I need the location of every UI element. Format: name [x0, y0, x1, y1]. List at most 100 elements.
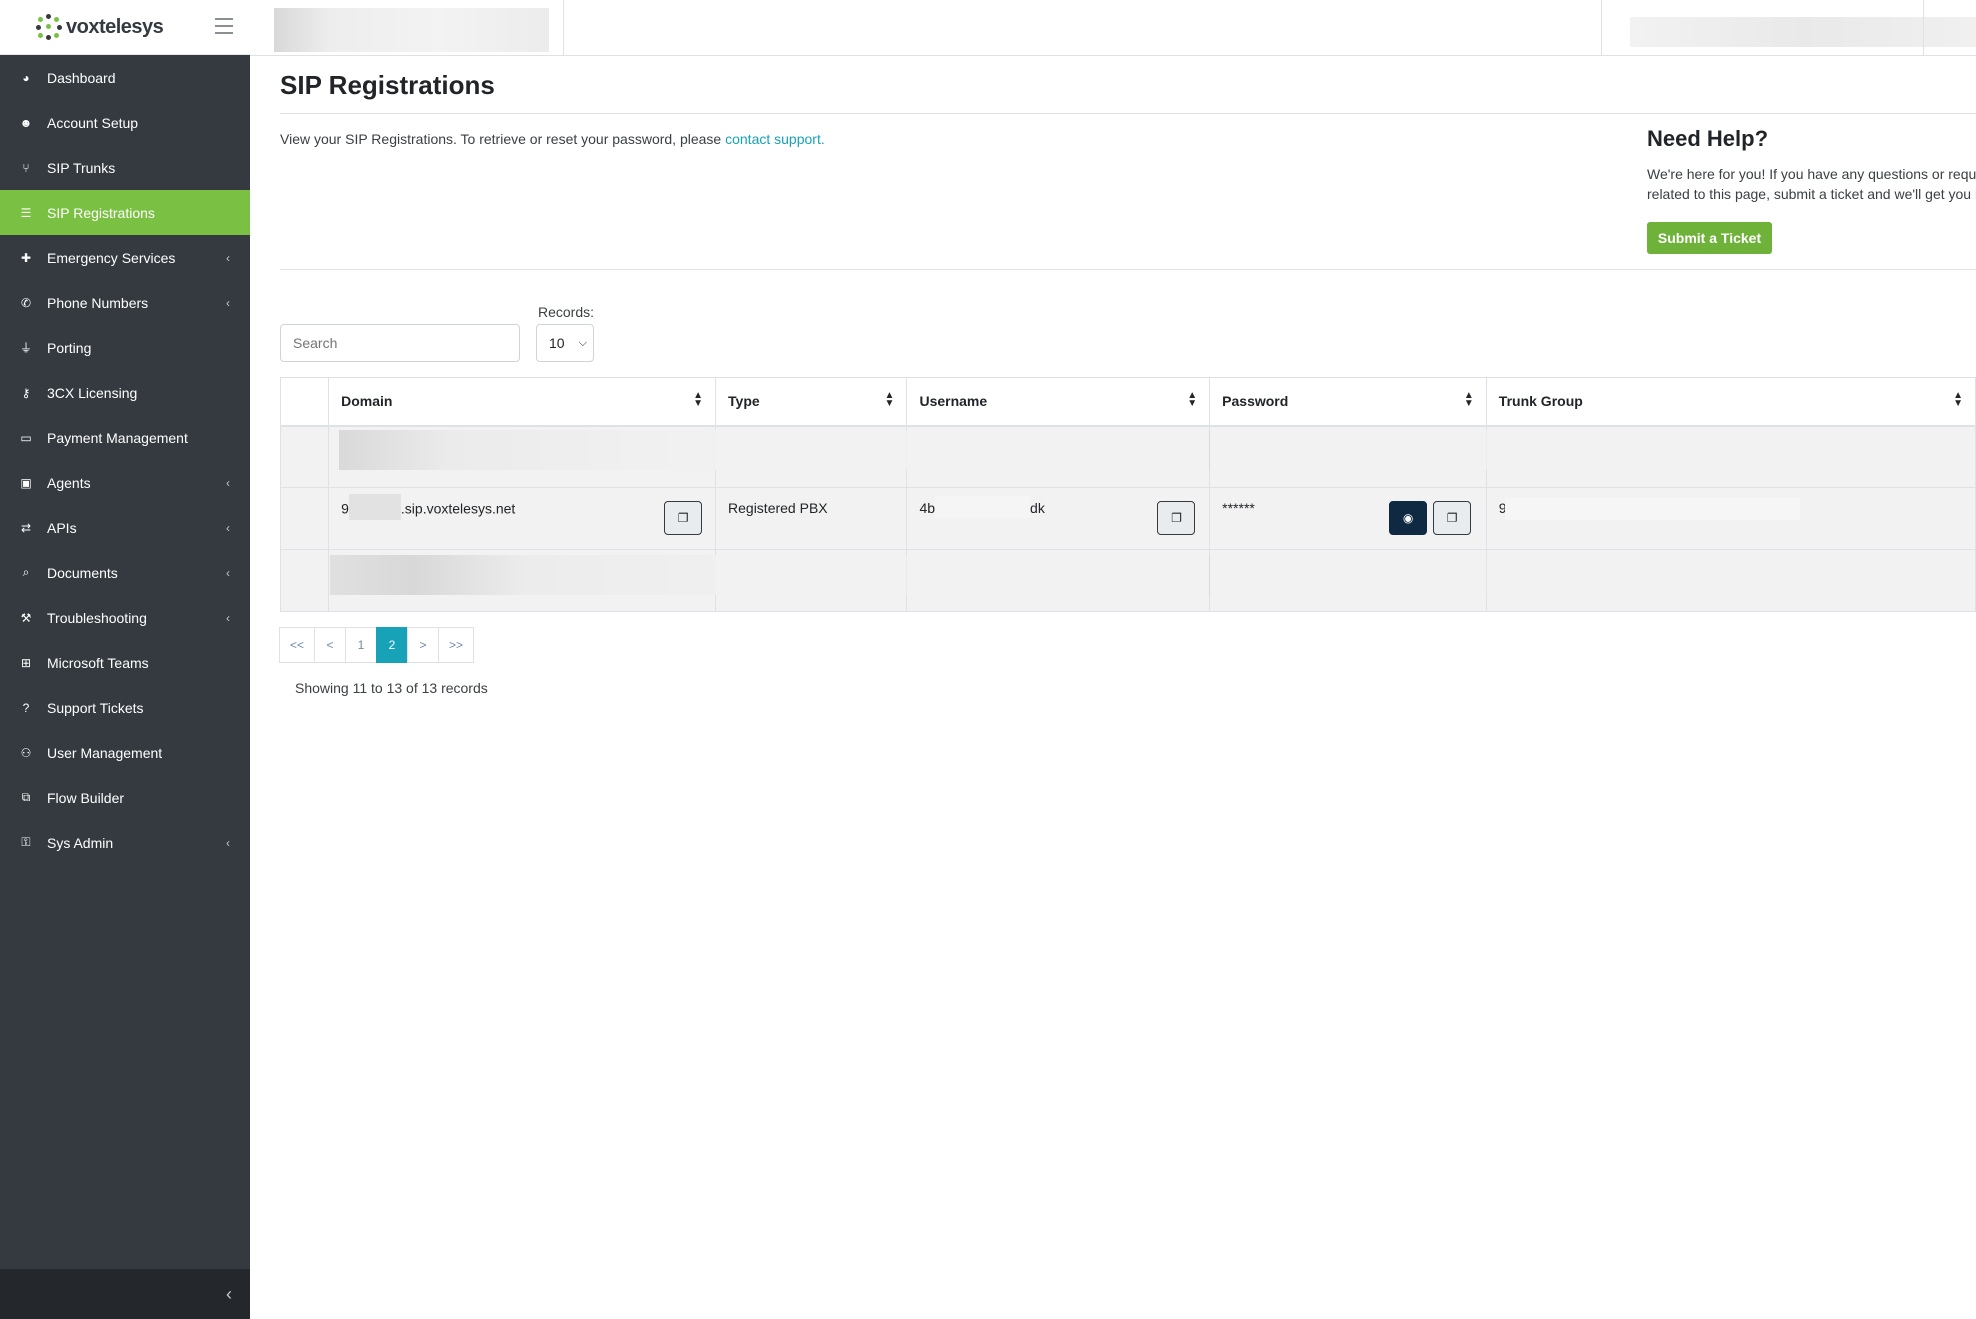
sidebar-item-troubleshooting[interactable]: ⚒ Troubleshooting ‹	[0, 595, 250, 640]
pagination-button[interactable]: >>	[438, 627, 475, 663]
pagination-button[interactable]: >	[407, 627, 440, 663]
sidebar-item-account-setup[interactable]: ☻ Account Setup	[0, 100, 250, 145]
eye-icon: ◉	[1402, 511, 1414, 525]
sidebar-item-label: Emergency Services	[47, 249, 176, 266]
redacted-region	[1504, 498, 1800, 520]
column-header-domain[interactable]: Domain ▲ ▼	[328, 377, 717, 427]
show-password-button[interactable]: ◉	[1389, 501, 1428, 535]
copy-username-button[interactable]: ❐	[1157, 501, 1196, 535]
type-cell: Registered PBX	[715, 487, 908, 550]
sidebar-item-phone-numbers[interactable]: ✆ Phone Numbers ‹	[0, 280, 250, 325]
table-header-row: Domain ▲ ▼ Type ▲ ▼ Username ▲ ▼ Password ▲ ▼ Tr…	[279, 377, 1976, 427]
table-cell	[279, 487, 330, 550]
brand[interactable]: voxtelesys	[0, 0, 250, 55]
sort-icon[interactable]: ▲ ▼	[1464, 391, 1474, 409]
domain-text-end: .sip.voxtelesys.net	[400, 500, 516, 517]
pagination-button[interactable]: <<	[279, 627, 316, 663]
sidebar-item-apis[interactable]: ⇄ APIs ‹	[0, 505, 250, 550]
column-header-select	[279, 377, 330, 427]
plug-icon: ⏚	[19, 341, 32, 355]
sidebar-item-label: Payment Management	[47, 429, 188, 446]
sidebar-collapse-button[interactable]: ‹	[0, 1269, 250, 1319]
sidebar-item-sip-registrations[interactable]: ☰ SIP Registrations	[0, 190, 250, 235]
sidebar-item-agents[interactable]: ▣ Agents ‹	[0, 460, 250, 505]
records-summary: Showing 11 to 13 of 13 records	[295, 680, 488, 696]
column-header-username[interactable]: Username ▲ ▼	[906, 377, 1211, 427]
pagination: << <1 2 > >>	[279, 627, 475, 663]
divider	[563, 0, 564, 55]
table-cell	[906, 549, 1211, 612]
table-cell	[715, 425, 908, 488]
table-cell	[328, 425, 1716, 488]
help-panel: Need Help? We're here for you! If you ha…	[1647, 126, 1976, 204]
question-icon: ?	[22, 700, 30, 715]
chevron-left-icon: ‹	[226, 521, 230, 535]
sort-icon[interactable]: ▲ ▼	[693, 391, 703, 409]
sort-icon[interactable]: ▲ ▼	[885, 391, 895, 409]
pagination-button[interactable]: 1	[345, 627, 378, 663]
column-header-trunk-group[interactable]: Trunk Group ▲ ▼	[1485, 377, 1976, 427]
topbar	[250, 0, 1976, 56]
submit-ticket-button[interactable]: Submit a Ticket	[1647, 222, 1772, 254]
divider	[1923, 0, 1924, 55]
sort-icon[interactable]: ▲ ▼	[1187, 391, 1197, 409]
chevron-left-icon: ‹	[226, 251, 230, 265]
records-value: 10	[549, 335, 565, 351]
divider	[280, 113, 1976, 114]
contact-support-link[interactable]: contact support.	[725, 131, 825, 147]
credit-card-icon: ▭	[20, 430, 32, 445]
sidebar-item-label: User Management	[47, 744, 163, 761]
chevron-left-icon: ‹	[226, 296, 230, 310]
copy-domain-button[interactable]: ❐	[664, 501, 703, 535]
sidebar-item-payment-management[interactable]: ▭ Payment Management	[0, 415, 250, 460]
sort-icon[interactable]: ▲ ▼	[1953, 391, 1963, 409]
sidebar-item-label: SIP Registrations	[47, 204, 155, 221]
column-header-label: Type	[728, 393, 760, 410]
sidebar-item-label: Flow Builder	[47, 789, 125, 806]
sidebar-item-flow-builder[interactable]: ⧉ Flow Builder	[0, 775, 250, 820]
sidebar-item-label: Microsoft Teams	[47, 654, 149, 671]
sidebar-item-label: SIP Trunks	[47, 159, 116, 176]
pagination-button[interactable]: 2	[376, 627, 409, 663]
sidebar-item-label: APIs	[47, 519, 77, 536]
records-select[interactable]: 10 ⌵	[536, 324, 594, 362]
sidebar-item-support-tickets[interactable]: ? Support Tickets	[0, 685, 250, 730]
key-icon: ⚷	[21, 385, 31, 400]
menu-toggle-icon[interactable]	[215, 18, 233, 34]
redacted-region	[935, 496, 1031, 519]
sidebar-item-sys-admin[interactable]: ⚿ Sys Admin ‹	[0, 820, 250, 865]
sidebar-item-emergency-services[interactable]: ✚ Emergency Services ‹	[0, 235, 250, 280]
sidebar-item-dashboard[interactable]: ◕ Dashboard	[0, 55, 250, 100]
copy-password-button[interactable]: ❐	[1433, 501, 1472, 535]
column-header-label: Trunk Group	[1498, 393, 1583, 410]
help-text-line2: related to this page, submit a ticket an…	[1647, 186, 1976, 202]
column-header-type[interactable]: Type ▲ ▼	[715, 377, 908, 427]
medkit-icon: ✚	[20, 250, 32, 265]
table-cell	[715, 549, 908, 612]
redacted-region	[274, 8, 549, 52]
chevron-left-icon: ‹	[226, 1283, 232, 1304]
chevron-left-icon: ‹	[226, 611, 230, 625]
sidebar-item-documents[interactable]: ⌕ Documents ‹	[0, 550, 250, 595]
sidebar-item-sip-trunks[interactable]: ⑂ SIP Trunks	[0, 145, 250, 190]
copy-icon: ❐	[1446, 511, 1458, 525]
sidebar-item-user-management[interactable]: ⚇ User Management	[0, 730, 250, 775]
column-header-password[interactable]: Password ▲ ▼	[1209, 377, 1487, 427]
intro-text-body: View your SIP Registrations. To retrieve…	[280, 131, 726, 147]
sidebar-item-porting[interactable]: ⏚ Porting	[0, 325, 250, 370]
sidebar-item-microsoft-teams[interactable]: ⊞ Microsoft Teams	[0, 640, 250, 685]
password-text: ******	[1222, 500, 1255, 516]
sidebar-item-label: Porting	[47, 339, 92, 356]
sidebar-nav: ◕ Dashboard ☻ Account Setup ⑂ SIP Trunks ☰ SIP …	[0, 55, 250, 865]
branch-icon: ⑂	[22, 160, 30, 175]
table-cell	[906, 425, 1211, 488]
pagination-button[interactable]: <	[314, 627, 347, 663]
chevron-left-icon: ‹	[226, 566, 230, 580]
table-cell	[328, 549, 1723, 612]
sidebar: voxtelesys ◕ Dashboard ☻ Account Setup ⑂ SIP …	[0, 0, 250, 1319]
sidebar-item-3cx-licensing[interactable]: ⚷ 3CX Licensing	[0, 370, 250, 415]
briefcase-icon: ▣	[20, 475, 32, 490]
username-cell: 4b dk ❐	[906, 487, 1211, 550]
search-input[interactable]	[280, 324, 520, 362]
user-circle-icon: ☻	[19, 115, 33, 130]
